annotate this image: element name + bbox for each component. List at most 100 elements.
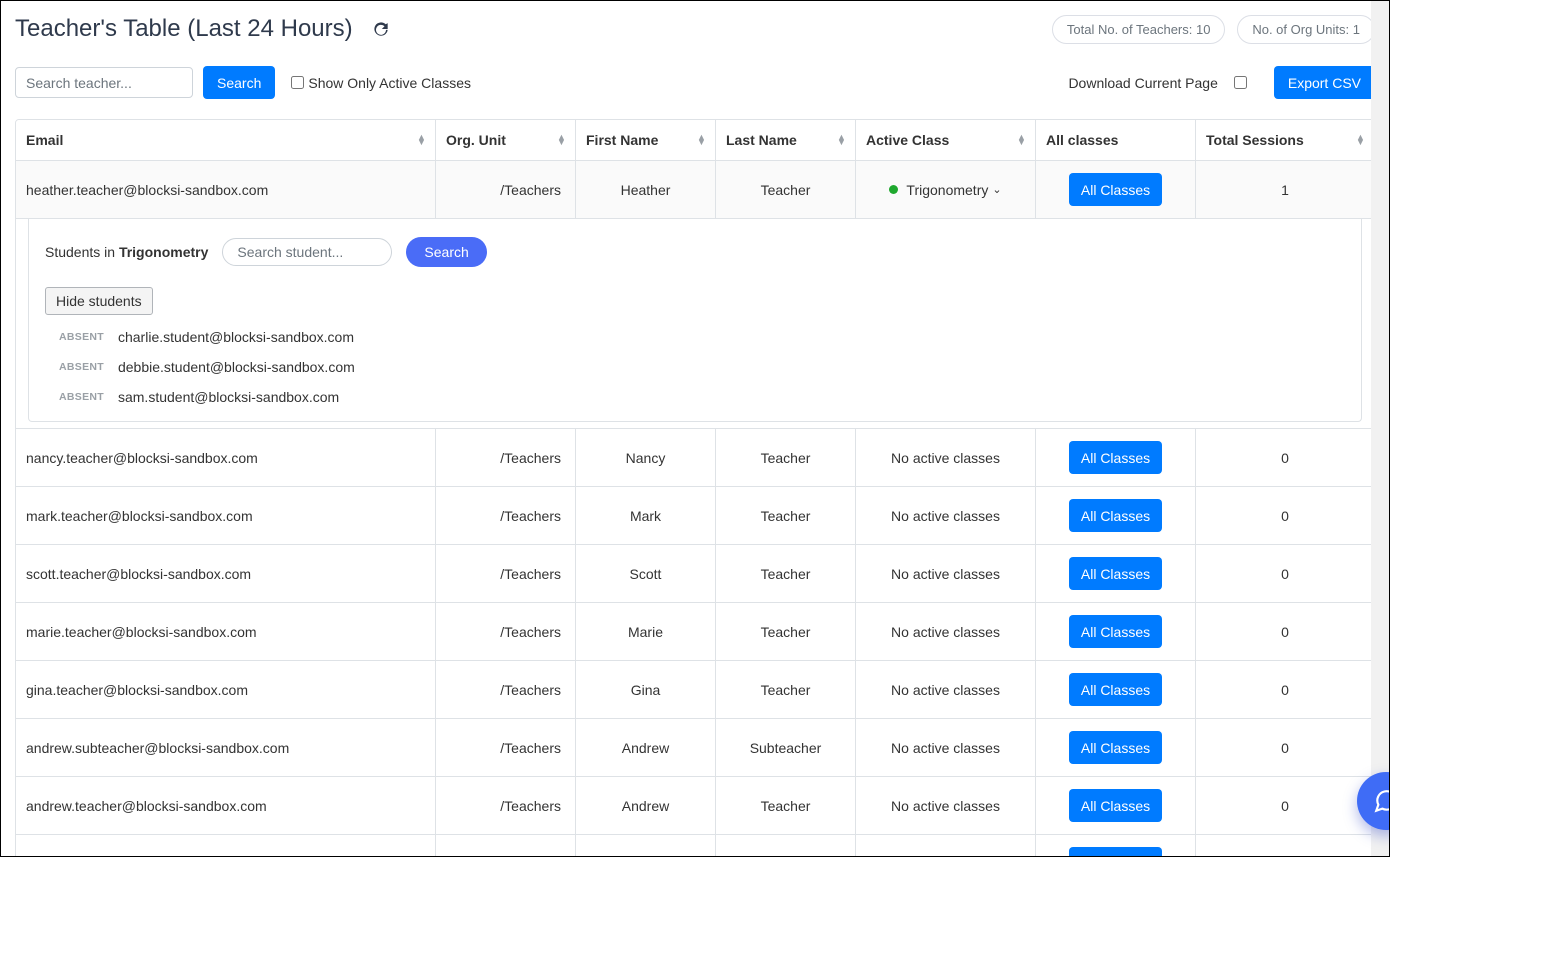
cell-all-classes: All Classes	[1036, 545, 1196, 602]
col-header-all-classes: All classes	[1036, 120, 1196, 160]
student-email: charlie.student@blocksi-sandbox.com	[118, 329, 354, 345]
table-row[interactable]: marie.teacher@blocksi-sandbox.com /Teach…	[16, 603, 1374, 661]
table-row[interactable]: mark.teacher@blocksi-sandbox.com /Teache…	[16, 487, 1374, 545]
table-row[interactable]: heather.teacher@blocksi-sandbox.com /Tea…	[16, 161, 1374, 219]
cell-all-classes: All Classes	[1036, 777, 1196, 834]
sort-icon: ▲▼	[697, 135, 705, 145]
cell-org: /Teachers	[436, 719, 576, 776]
absent-badge: ABSENT	[59, 331, 104, 343]
hide-students-button[interactable]: Hide students	[45, 287, 153, 315]
col-header-active-class[interactable]: Active Class▲▼	[856, 120, 1036, 160]
cell-sessions: 0	[1196, 603, 1374, 660]
cell-all-classes: All Classes	[1036, 661, 1196, 718]
export-csv-button[interactable]: Export CSV	[1274, 66, 1375, 99]
cell-first-name: Andrew	[576, 719, 716, 776]
cell-first-name: Nancy	[576, 429, 716, 486]
cell-all-classes: All Classes	[1036, 835, 1196, 857]
students-panel: Students in Trigonometry Search Hide stu…	[28, 219, 1362, 422]
all-classes-button[interactable]: All Classes	[1069, 499, 1162, 532]
student-row: ABSENT charlie.student@blocksi-sandbox.c…	[59, 329, 1349, 345]
total-teachers-pill: Total No. of Teachers: 10	[1052, 15, 1226, 44]
cell-last-name: Subteacher	[716, 719, 856, 776]
cell-active-class: No active classes	[856, 487, 1036, 544]
teachers-table: Email▲▼ Org. Unit▲▼ First Name▲▼ Last Na…	[15, 119, 1375, 857]
student-row: ABSENT debbie.student@blocksi-sandbox.co…	[59, 359, 1349, 375]
table-row[interactable]: sally.subteacher@blocksi-sandbox.com /Te…	[16, 835, 1374, 857]
no-active-label: No active classes	[891, 508, 1000, 524]
col-header-email[interactable]: Email▲▼	[16, 120, 436, 160]
table-row[interactable]: andrew.teacher@blocksi-sandbox.com /Teac…	[16, 777, 1374, 835]
cell-email: scott.teacher@blocksi-sandbox.com	[16, 545, 436, 602]
table-row[interactable]: nancy.teacher@blocksi-sandbox.com /Teach…	[16, 429, 1374, 487]
table-row[interactable]: gina.teacher@blocksi-sandbox.com /Teache…	[16, 661, 1374, 719]
show-active-checkbox[interactable]	[291, 76, 304, 89]
student-email: debbie.student@blocksi-sandbox.com	[118, 359, 355, 375]
all-classes-button[interactable]: All Classes	[1069, 731, 1162, 764]
col-header-sessions[interactable]: Total Sessions▲▼	[1196, 120, 1374, 160]
page: Teacher's Table (Last 24 Hours) Total No…	[0, 0, 1390, 857]
download-current-label: Download Current Page	[1068, 75, 1217, 91]
all-classes-button[interactable]: All Classes	[1069, 847, 1162, 857]
col-header-first-name[interactable]: First Name▲▼	[576, 120, 716, 160]
cell-first-name: Mark	[576, 487, 716, 544]
cell-sessions: 0	[1196, 545, 1374, 602]
cell-org: /Teachers	[436, 545, 576, 602]
cell-active-class: No active classes	[856, 777, 1036, 834]
sort-icon: ▲▼	[1356, 135, 1364, 145]
cell-all-classes: All Classes	[1036, 603, 1196, 660]
sort-icon: ▲▼	[837, 135, 845, 145]
cell-first-name: Gina	[576, 661, 716, 718]
cell-sessions: 0	[1196, 719, 1374, 776]
search-button[interactable]: Search	[203, 66, 275, 99]
all-classes-button[interactable]: All Classes	[1069, 789, 1162, 822]
cell-sessions: 0	[1196, 661, 1374, 718]
all-classes-button[interactable]: All Classes	[1069, 441, 1162, 474]
refresh-icon[interactable]	[371, 19, 391, 39]
cell-email: heather.teacher@blocksi-sandbox.com	[16, 161, 436, 218]
cell-email: sally.subteacher@blocksi-sandbox.com	[16, 835, 436, 857]
cell-email: marie.teacher@blocksi-sandbox.com	[16, 603, 436, 660]
table-row[interactable]: andrew.subteacher@blocksi-sandbox.com /T…	[16, 719, 1374, 777]
col-header-org[interactable]: Org. Unit▲▼	[436, 120, 576, 160]
search-student-input[interactable]	[222, 238, 392, 266]
cell-org: /Teachers	[436, 429, 576, 486]
student-row: ABSENT sam.student@blocksi-sandbox.com	[59, 389, 1349, 405]
cell-first-name: Heather	[576, 161, 716, 218]
cell-sessions: 0	[1196, 777, 1374, 834]
all-classes-button[interactable]: All Classes	[1069, 173, 1162, 206]
cell-active-class: No active classes	[856, 603, 1036, 660]
cell-active-class: Trigonometry⌄	[856, 161, 1036, 218]
cell-last-name: Teacher	[716, 429, 856, 486]
show-active-classes-toggle[interactable]: Show Only Active Classes	[291, 75, 471, 91]
cell-email: andrew.teacher@blocksi-sandbox.com	[16, 777, 436, 834]
all-classes-button[interactable]: All Classes	[1069, 557, 1162, 590]
cell-last-name: Teacher	[716, 545, 856, 602]
cell-all-classes: All Classes	[1036, 161, 1196, 218]
all-classes-button[interactable]: All Classes	[1069, 615, 1162, 648]
cell-all-classes: All Classes	[1036, 487, 1196, 544]
search-student-button[interactable]: Search	[406, 237, 486, 267]
cell-org: /Teachers	[436, 487, 576, 544]
cell-last-name: Teacher	[716, 777, 856, 834]
cell-email: gina.teacher@blocksi-sandbox.com	[16, 661, 436, 718]
cell-org: /Teachers	[436, 161, 576, 218]
no-active-label: No active classes	[891, 624, 1000, 640]
sort-icon: ▲▼	[1017, 135, 1025, 145]
table-row[interactable]: scott.teacher@blocksi-sandbox.com /Teach…	[16, 545, 1374, 603]
download-current-checkbox[interactable]	[1234, 76, 1247, 89]
cell-active-class: No active classes	[856, 719, 1036, 776]
cell-active-class: No active classes	[856, 545, 1036, 602]
all-classes-button[interactable]: All Classes	[1069, 673, 1162, 706]
org-units-pill: No. of Org Units: 1	[1237, 15, 1375, 44]
show-active-label: Show Only Active Classes	[308, 75, 471, 91]
cell-org: /Teachers	[436, 603, 576, 660]
cell-all-classes: All Classes	[1036, 719, 1196, 776]
chevron-down-icon: ⌄	[992, 183, 1001, 196]
active-class-link[interactable]: Trigonometry⌄	[889, 182, 1001, 198]
cell-active-class: No active classes	[856, 429, 1036, 486]
cell-first-name: Sally	[576, 835, 716, 857]
col-header-last-name[interactable]: Last Name▲▼	[716, 120, 856, 160]
cell-sessions: 0	[1196, 487, 1374, 544]
search-input[interactable]	[15, 67, 193, 98]
active-dot-icon	[889, 185, 898, 194]
